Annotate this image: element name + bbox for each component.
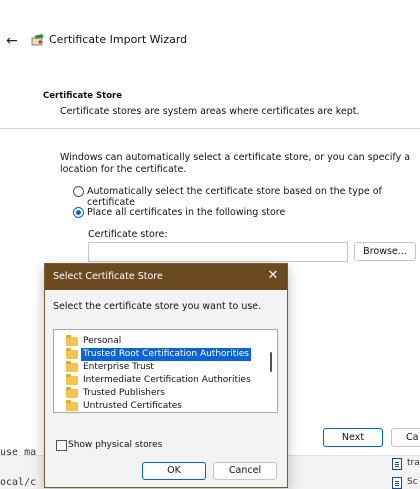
folder-icon [66,374,78,385]
folder-icon [66,348,78,359]
radio-place-all[interactable] [73,207,84,218]
background-file-label[interactable]: tra [407,458,420,468]
section-description: Certificate stores are system areas wher… [60,106,360,117]
certificate-wizard-icon [31,34,44,46]
back-arrow-icon[interactable]: ← [6,31,26,51]
radio-auto-select-label[interactable]: Automatically select the certificate sto… [87,186,420,208]
header-divider [0,128,420,129]
background-terminal-text-2: ocal/c [0,477,37,488]
show-physical-stores-checkbox[interactable] [56,440,67,451]
dialog-prompt: Select the certificate store you want to… [53,301,262,312]
next-button[interactable]: Next [323,428,383,447]
background-terminal-text: use ma [0,447,37,458]
folder-icon [66,335,78,346]
wizard-cancel-button[interactable]: Ca [391,428,420,447]
dialog-title: Select Certificate Store [53,271,163,282]
browse-button[interactable]: Browse... [354,242,416,261]
wizard-header: ← Certificate Import Wizard [0,0,420,78]
select-certificate-store-dialog: Select Certificate Store ✕ Select the ce… [44,263,288,488]
certificate-store-tree[interactable]: Personal Trusted Root Certification Auth… [53,329,278,413]
background-file-label-2[interactable]: Sc [407,477,418,487]
file-icon [392,477,402,489]
tree-scrollbar[interactable] [270,352,272,372]
wizard-title: Certificate Import Wizard [49,33,188,46]
intro-text: Windows can automatically select a certi… [60,152,411,175]
radio-auto-select[interactable] [73,186,84,197]
dialog-cancel-button[interactable]: Cancel [213,462,277,480]
certificate-store-label: Certificate store: [88,229,168,240]
certificate-store-field[interactable] [88,242,348,262]
radio-place-all-label[interactable]: Place all certificates in the following … [87,207,285,218]
file-icon [392,458,402,470]
folder-icon [66,361,78,372]
folder-icon [66,400,78,411]
ok-button[interactable]: OK [142,462,206,480]
show-physical-stores-label[interactable]: Show physical stores [68,440,162,450]
section-title: Certificate Store [43,91,123,101]
dialog-titlebar: Select Certificate Store ✕ [45,264,287,290]
folder-icon [66,387,78,398]
close-icon[interactable]: ✕ [265,268,281,284]
